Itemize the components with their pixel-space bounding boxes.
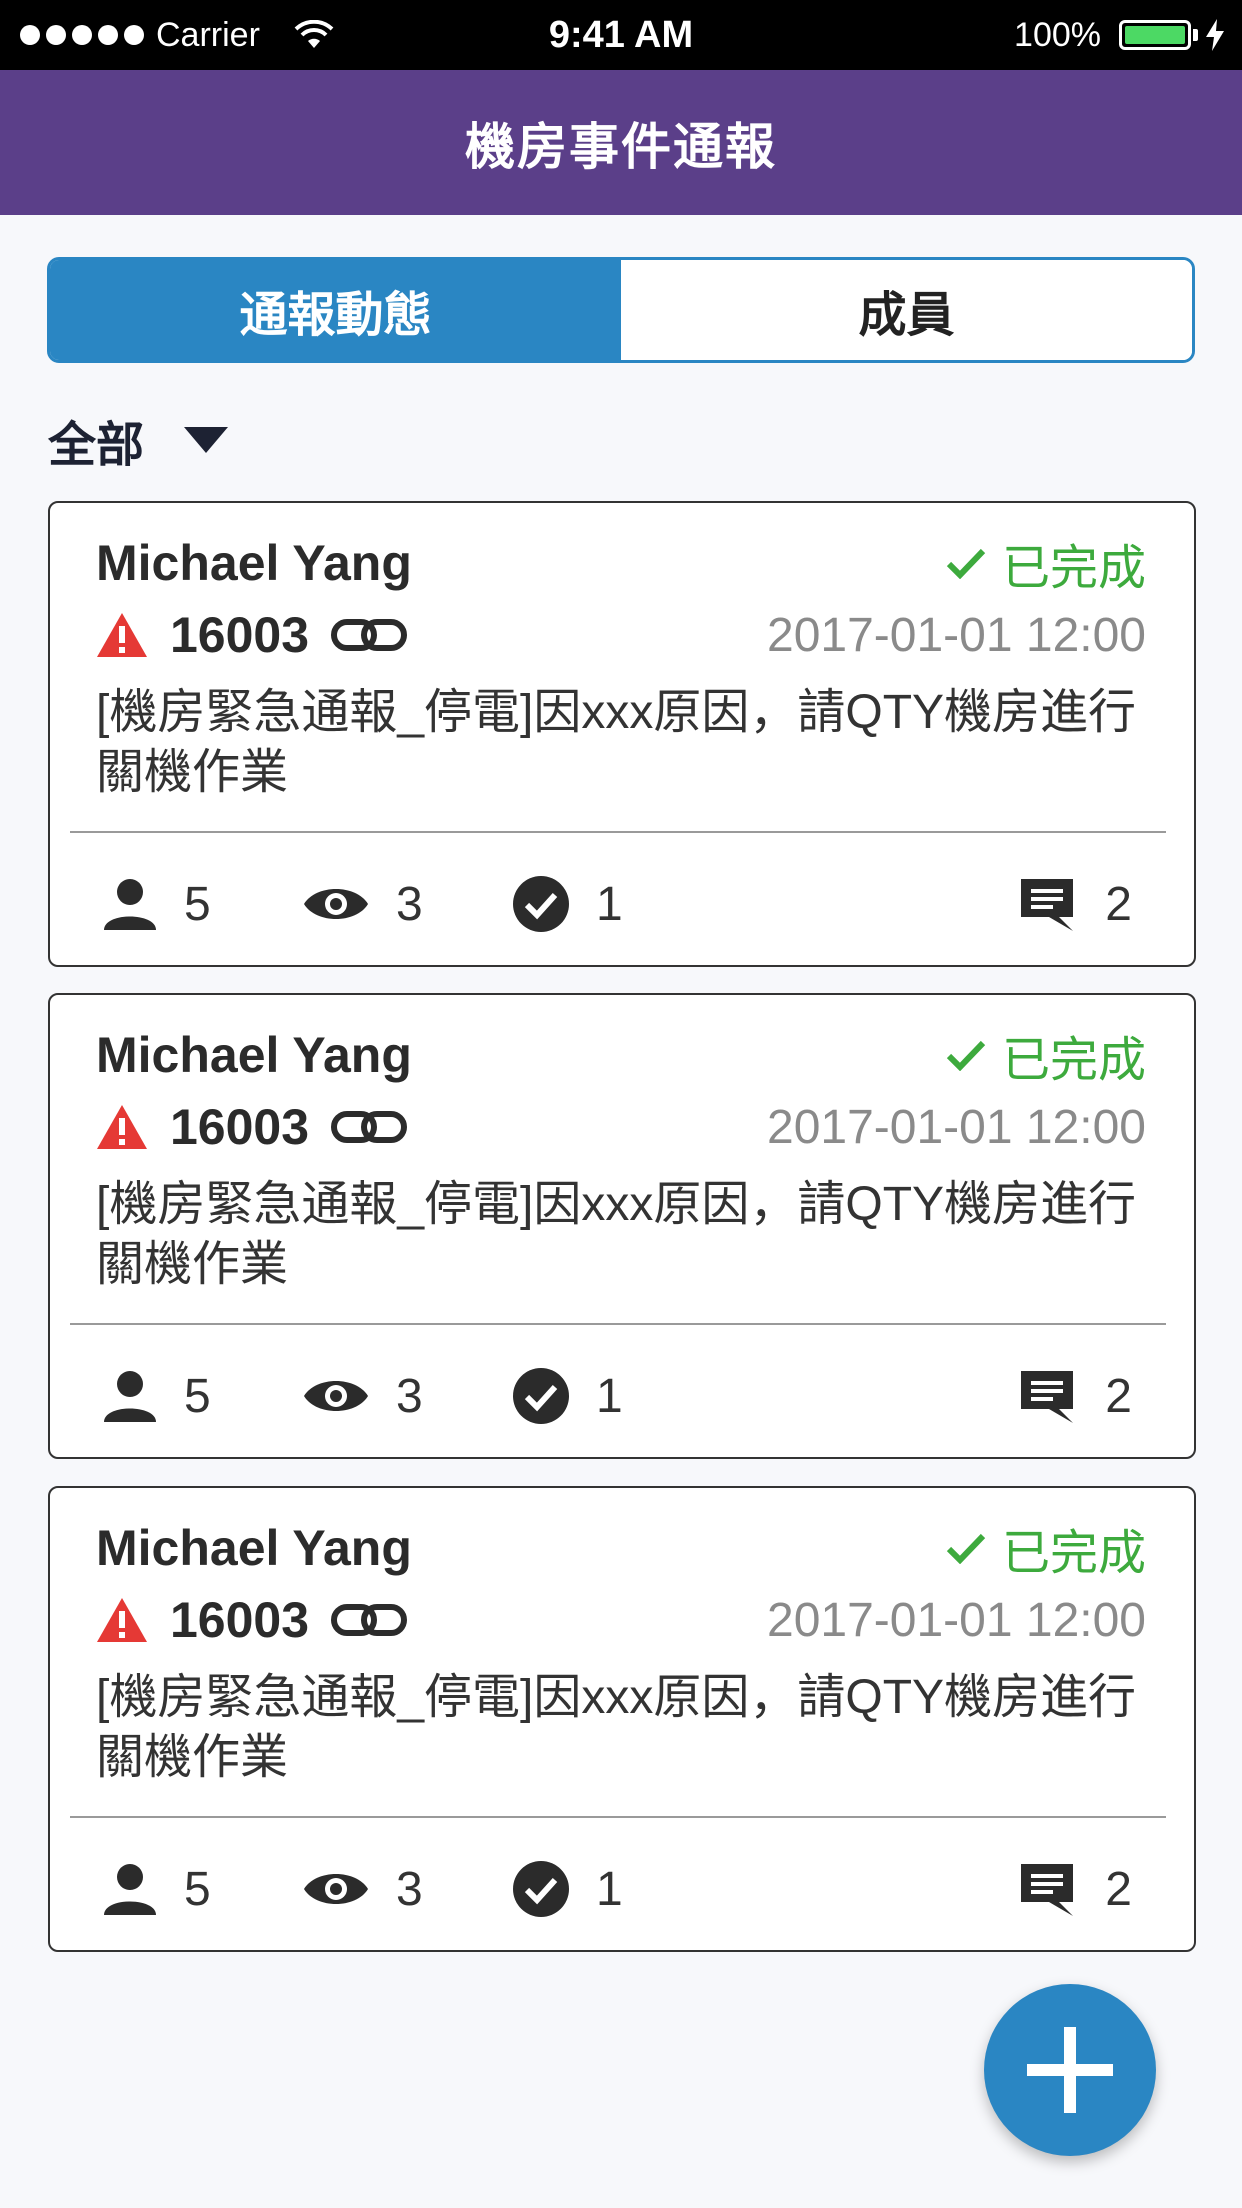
done-count: 1	[596, 1369, 623, 1423]
status-badge: 已完成	[946, 1513, 1146, 1583]
views-stat: 3	[302, 877, 512, 932]
check-circle-icon	[513, 1368, 569, 1424]
event-id: 16003	[170, 607, 310, 663]
done-count: 1	[596, 877, 623, 931]
members-count: 5	[184, 1862, 211, 1916]
author-name: Michael Yang	[96, 1027, 412, 1083]
event-id: 16003	[170, 1592, 310, 1648]
views-stat: 3	[302, 1369, 512, 1424]
link-icon[interactable]	[331, 617, 408, 653]
comments-count: 2	[1105, 1862, 1132, 1916]
divider	[70, 831, 1166, 833]
author-name: Michael Yang	[96, 1520, 412, 1576]
person-icon	[104, 1371, 156, 1422]
status-badge: 已完成	[946, 528, 1146, 598]
tab-members[interactable]: 成員	[621, 260, 1192, 360]
link-icon[interactable]	[331, 1109, 408, 1145]
stats-row: 5 3 1 2	[102, 861, 1132, 947]
event-card[interactable]: Michael Yang 已完成 16003 2017-01-01 12:00 …	[48, 501, 1196, 967]
done-count: 1	[596, 1862, 623, 1916]
views-count: 3	[396, 877, 423, 931]
views-stat: 3	[302, 1862, 512, 1917]
comment-icon	[1021, 879, 1074, 931]
warning-icon	[97, 1105, 147, 1149]
comments-stat[interactable]: 2	[1019, 877, 1132, 932]
stats-row: 5 3 1 2	[102, 1353, 1132, 1439]
plus-icon	[1027, 2027, 1113, 2113]
add-event-button[interactable]	[984, 1984, 1156, 2156]
timestamp: 2017-01-01 12:00	[767, 608, 1146, 662]
eye-icon	[304, 1381, 368, 1411]
filter-dropdown[interactable]: 全部	[48, 400, 229, 480]
event-id: 16003	[170, 1099, 310, 1155]
check-icon	[946, 1040, 986, 1071]
filter-label: 全部	[48, 419, 145, 472]
status-label: 已完成	[1001, 1527, 1146, 1580]
views-count: 3	[396, 1862, 423, 1916]
members-count: 5	[184, 877, 211, 931]
warning-icon	[97, 613, 147, 657]
comments-count: 2	[1105, 1369, 1132, 1423]
warning-icon	[97, 1598, 147, 1642]
battery-percent: 100%	[1014, 15, 1101, 54]
event-card[interactable]: Michael Yang 已完成 16003 2017-01-01 12:00 …	[48, 993, 1196, 1459]
members-count: 5	[184, 1369, 211, 1423]
status-label: 已完成	[1001, 542, 1146, 595]
done-stat: 1	[512, 1367, 712, 1425]
status-label: 已完成	[1001, 1034, 1146, 1087]
event-card[interactable]: Michael Yang 已完成 16003 2017-01-01 12:00 …	[48, 1486, 1196, 1952]
battery-icon	[1119, 20, 1191, 50]
divider	[70, 1816, 1166, 1818]
event-message: [機房緊急通報_停電]因xxx原因，請QTY機房進行關機作業	[96, 686, 1137, 799]
members-stat: 5	[102, 1861, 302, 1917]
check-circle-icon	[513, 1861, 569, 1917]
event-message: [機房緊急通報_停電]因xxx原因，請QTY機房進行關機作業	[96, 1671, 1137, 1784]
navigation-bar: 機房事件通報	[0, 70, 1242, 215]
timestamp: 2017-01-01 12:00	[767, 1100, 1146, 1154]
check-circle-icon	[513, 876, 569, 932]
check-icon	[946, 1533, 986, 1564]
comments-stat[interactable]: 2	[1019, 1369, 1132, 1424]
check-icon	[946, 548, 986, 579]
comments-count: 2	[1105, 877, 1132, 931]
views-count: 3	[396, 1369, 423, 1423]
timestamp: 2017-01-01 12:00	[767, 1593, 1146, 1647]
charging-icon	[1206, 19, 1224, 51]
event-message: [機房緊急通報_停電]因xxx原因，請QTY機房進行關機作業	[96, 1178, 1137, 1291]
caret-down-icon	[184, 427, 229, 453]
page-title: 機房事件通報	[465, 118, 777, 175]
segmented-control: 通報動態 成員	[47, 257, 1195, 363]
divider	[70, 1323, 1166, 1325]
status-bar: Carrier 9:41 AM 100%	[0, 0, 1242, 70]
comment-icon	[1021, 1864, 1074, 1916]
author-name: Michael Yang	[96, 535, 412, 591]
eye-icon	[304, 1874, 368, 1904]
stats-row: 5 3 1 2	[102, 1846, 1132, 1932]
link-icon[interactable]	[331, 1602, 408, 1638]
done-stat: 1	[512, 1860, 712, 1918]
comment-icon	[1021, 1371, 1074, 1423]
tab-notifications[interactable]: 通報動態	[50, 260, 621, 360]
comments-stat[interactable]: 2	[1019, 1862, 1132, 1917]
members-stat: 5	[102, 1368, 302, 1424]
status-badge: 已完成	[946, 1020, 1146, 1090]
members-stat: 5	[102, 876, 302, 932]
eye-icon	[304, 889, 368, 919]
person-icon	[104, 879, 156, 930]
person-icon	[104, 1864, 156, 1915]
done-stat: 1	[512, 875, 712, 933]
